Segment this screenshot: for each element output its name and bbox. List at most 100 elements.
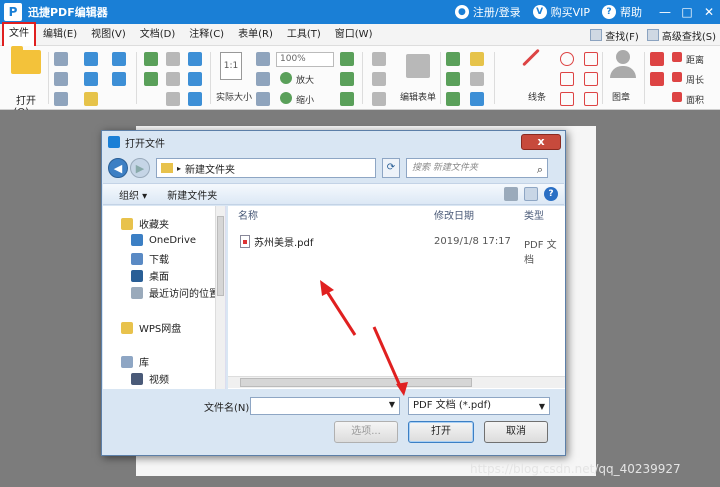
scan-icon[interactable] [84, 72, 98, 86]
nav-scrollbar[interactable] [215, 206, 225, 389]
nav-favorites[interactable]: 收藏夹 [121, 216, 169, 231]
menu-document[interactable]: 文档(D) [133, 24, 183, 46]
find-button[interactable]: 查找(F) [590, 28, 639, 43]
file-list-hscrollbar[interactable] [228, 376, 565, 388]
circle-tool-icon[interactable] [560, 52, 574, 66]
hand-tool-icon[interactable] [166, 52, 180, 66]
advanced-find-button[interactable]: 高级查找(S) [646, 28, 716, 43]
line-tool-icon[interactable] [522, 48, 540, 67]
undo-icon[interactable] [112, 52, 126, 66]
eraser-icon[interactable] [650, 52, 664, 66]
rect-tool-icon[interactable] [560, 72, 574, 86]
address-bar[interactable]: ▸ 新建文件夹 [156, 158, 376, 178]
distance-icon[interactable] [672, 52, 682, 62]
back-button[interactable]: ◀ [108, 158, 128, 178]
forward-button[interactable]: ▶ [130, 158, 150, 178]
polyline-tool-icon[interactable] [584, 72, 598, 86]
nav-desktop[interactable]: 桌面 [131, 268, 169, 283]
file-row[interactable]: 苏州美景.pdf [240, 234, 313, 249]
text-select-icon[interactable] [188, 72, 202, 86]
underline-icon[interactable] [446, 92, 460, 106]
zoom-out-icon[interactable] [280, 92, 292, 104]
redo-icon[interactable] [112, 72, 126, 86]
text-tool-icon[interactable] [446, 52, 460, 66]
new-doc-icon[interactable] [84, 92, 98, 106]
distance-label[interactable]: 距离 [686, 53, 704, 66]
rotate-ccw-icon[interactable] [340, 52, 354, 66]
filetype-select[interactable]: PDF 文档 (*.pdf) ▼ [408, 397, 550, 415]
close-window-button[interactable]: ✕ [698, 5, 720, 19]
zoom-in-label[interactable]: 放大 [296, 73, 314, 86]
form-field-icon[interactable] [372, 52, 386, 66]
stamp-label[interactable]: 图章 [612, 90, 630, 103]
camera-icon[interactable] [188, 52, 202, 66]
new-folder-button[interactable]: 新建文件夹 [167, 187, 217, 202]
menu-window[interactable]: 窗口(W) [328, 24, 380, 46]
lines-label[interactable]: 线条 [528, 90, 546, 103]
fit-visible-icon[interactable] [256, 72, 270, 86]
cancel-button[interactable]: 取消 [484, 421, 548, 443]
help-button[interactable]: ? 帮助 [602, 4, 642, 20]
stamp-icon[interactable] [608, 50, 638, 82]
note-icon[interactable] [470, 52, 484, 66]
properties-icon[interactable] [54, 92, 68, 106]
organize-button[interactable]: 组织 ▾ [119, 187, 147, 202]
menu-edit[interactable]: 编辑(E) [36, 24, 84, 46]
menu-tools[interactable]: 工具(T) [280, 24, 328, 46]
view-options-icon[interactable] [504, 187, 518, 201]
area-label[interactable]: 面积 [686, 93, 704, 106]
nav-wps-drive[interactable]: WPS网盘 [121, 320, 181, 335]
email-icon[interactable] [84, 52, 98, 66]
chevron-down-icon[interactable]: ▼ [389, 400, 395, 409]
cloud-tool-icon[interactable] [584, 92, 598, 106]
perimeter-icon[interactable] [672, 72, 682, 82]
nav-onedrive[interactable]: OneDrive [131, 234, 196, 246]
nav-downloads[interactable]: 下载 [131, 251, 169, 266]
column-date-header[interactable]: 修改日期 [434, 206, 474, 228]
save-icon[interactable] [54, 52, 68, 66]
prev-page-icon[interactable] [144, 52, 158, 66]
maximize-button[interactable]: □ [676, 5, 698, 19]
preview-pane-icon[interactable] [524, 187, 538, 201]
zoom-select[interactable]: 100% [276, 52, 334, 67]
menu-form[interactable]: 表单(R) [231, 24, 280, 46]
nav-library[interactable]: 库 [121, 354, 149, 369]
attach-icon[interactable] [470, 72, 484, 86]
pencil-icon[interactable] [650, 72, 664, 86]
column-type-header[interactable]: 类型 [524, 206, 544, 228]
options-button[interactable]: 选项... [334, 421, 398, 443]
rotate-view-icon[interactable] [256, 92, 270, 106]
perimeter-label[interactable]: 周长 [686, 73, 704, 86]
print-icon[interactable] [54, 72, 68, 86]
zoom-out-label[interactable]: 缩小 [296, 93, 314, 106]
search-input[interactable]: 搜索 新建文件夹 ⌕ [406, 158, 548, 178]
select-tool-icon[interactable] [166, 72, 180, 86]
snapshot-icon[interactable] [166, 92, 180, 106]
minimize-button[interactable]: — [654, 5, 676, 19]
refresh-icon[interactable] [340, 92, 354, 106]
open-button[interactable]: 打开(O)... [6, 46, 46, 118]
square-tool-icon[interactable] [560, 92, 574, 106]
nav-recent[interactable]: 最近访问的位置 [131, 285, 219, 300]
button-field-icon[interactable] [372, 92, 386, 106]
dialog-help-icon[interactable]: ? [544, 187, 558, 201]
area-icon[interactable] [672, 92, 682, 102]
column-name-header[interactable]: 名称 [238, 206, 258, 228]
chevron-down-icon[interactable]: ▼ [539, 399, 545, 415]
next-page-icon[interactable] [144, 72, 158, 86]
edit-form-icon[interactable] [406, 54, 430, 78]
dialog-close-button[interactable]: x [521, 134, 561, 150]
buy-vip-button[interactable]: V 购买VIP [532, 4, 590, 20]
strikeout-icon[interactable] [446, 72, 460, 86]
edit-form-label[interactable]: 编辑表单 [400, 90, 436, 103]
menu-comment[interactable]: 注释(C) [182, 24, 231, 46]
checkbox-field-icon[interactable] [372, 72, 386, 86]
fit-page-icon[interactable] [188, 92, 202, 106]
actual-size-button[interactable]: 1:1 [220, 52, 242, 80]
open-file-button[interactable]: 打开 [408, 421, 474, 443]
zoom-in-icon[interactable] [280, 72, 292, 84]
filename-input[interactable]: ▼ [250, 397, 400, 415]
rotate-cw-icon[interactable] [340, 72, 354, 86]
login-button[interactable]: ● 注册/登录 [454, 4, 521, 20]
sound-icon[interactable] [470, 92, 484, 106]
